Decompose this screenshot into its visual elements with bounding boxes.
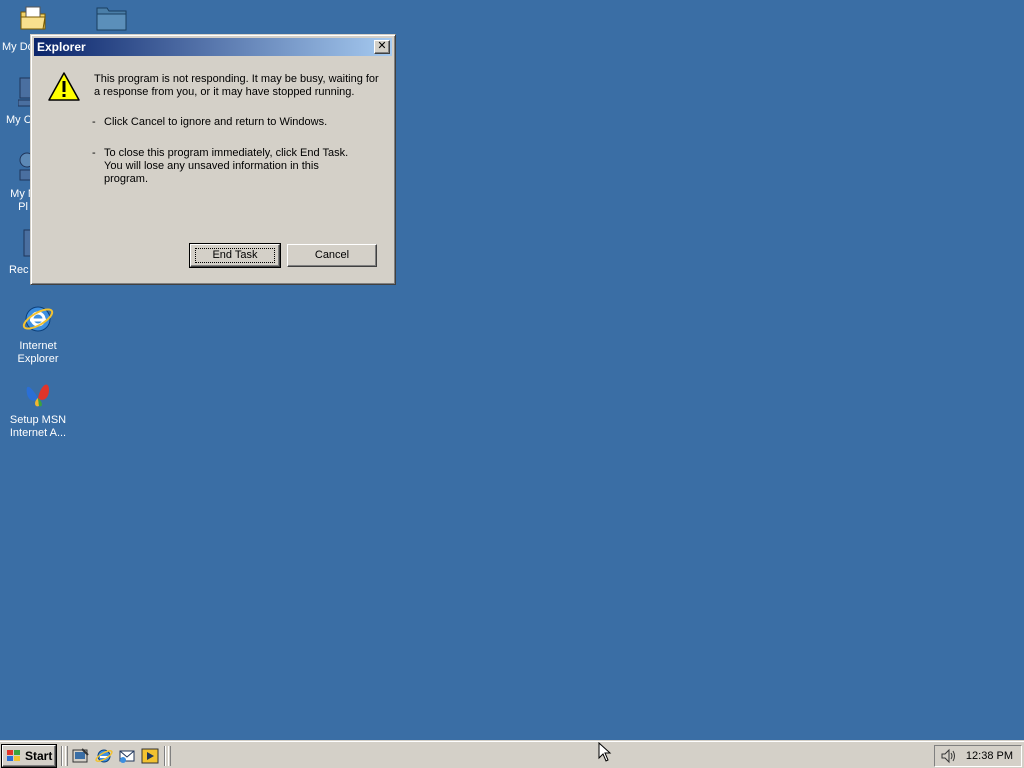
mouse-cursor-icon [598,741,612,762]
bullet-mark: - [92,116,96,128]
bullet-text: Click Cancel to ignore and return to Win… [104,116,328,128]
cancel-button[interactable]: Cancel [287,244,377,267]
dialog-title: Explorer [37,40,86,54]
start-label: Start [25,749,53,763]
bullet-text: To close this program immediately, click… [104,147,349,185]
desktop-icon-my-documents[interactable]: My Do [0,3,58,53]
speaker-icon[interactable] [939,748,957,764]
desktop-icon-label: My Do [2,41,34,53]
taskbar-separator [61,746,63,766]
desktop-icon-label: Internet Explorer [17,340,59,365]
desktop-icon-label: Rec [9,264,29,276]
taskbar-separator [164,746,166,766]
outlook-express-icon[interactable] [118,748,136,764]
show-desktop-icon[interactable] [72,748,90,764]
desktop-icon-label: My C [6,114,32,126]
quick-launch-grip[interactable] [65,746,68,766]
bullet-mark: - [92,147,96,159]
desktop-icon-internet-explorer[interactable]: Internet Explorer [0,302,76,366]
dialog-titlebar[interactable]: Explorer ✕ [34,38,392,56]
internet-explorer-icon[interactable] [95,748,113,764]
taskbar-grip[interactable] [168,746,171,766]
folder-icon [95,2,129,32]
msn-icon [21,376,55,410]
desktop-icon-label: Setup MSN Internet A... [9,414,67,439]
end-task-button[interactable]: End Task [189,243,281,268]
system-tray: 12:38 PM [934,745,1022,767]
end-task-label: End Task [195,248,275,263]
dialog-message: This program is not responding. It may b… [94,73,379,98]
media-player-icon[interactable] [141,748,159,764]
windows-logo-icon [6,749,22,763]
not-responding-dialog: Explorer ✕ This program is not respondin… [30,34,396,285]
warning-icon [47,71,81,103]
my-documents-icon [18,3,48,33]
close-icon: ✕ [377,40,387,52]
start-button[interactable]: Start [1,744,57,768]
desktop-icon-folder[interactable] [92,2,132,36]
desktop-icon-msn-setup[interactable]: Setup MSN Internet A... [0,376,76,440]
cancel-label: Cancel [314,249,350,261]
clock[interactable]: 12:38 PM [966,750,1013,762]
internet-explorer-icon [21,302,55,336]
taskbar: Start 12:38 PM [0,740,1024,768]
close-button[interactable]: ✕ [374,40,390,54]
